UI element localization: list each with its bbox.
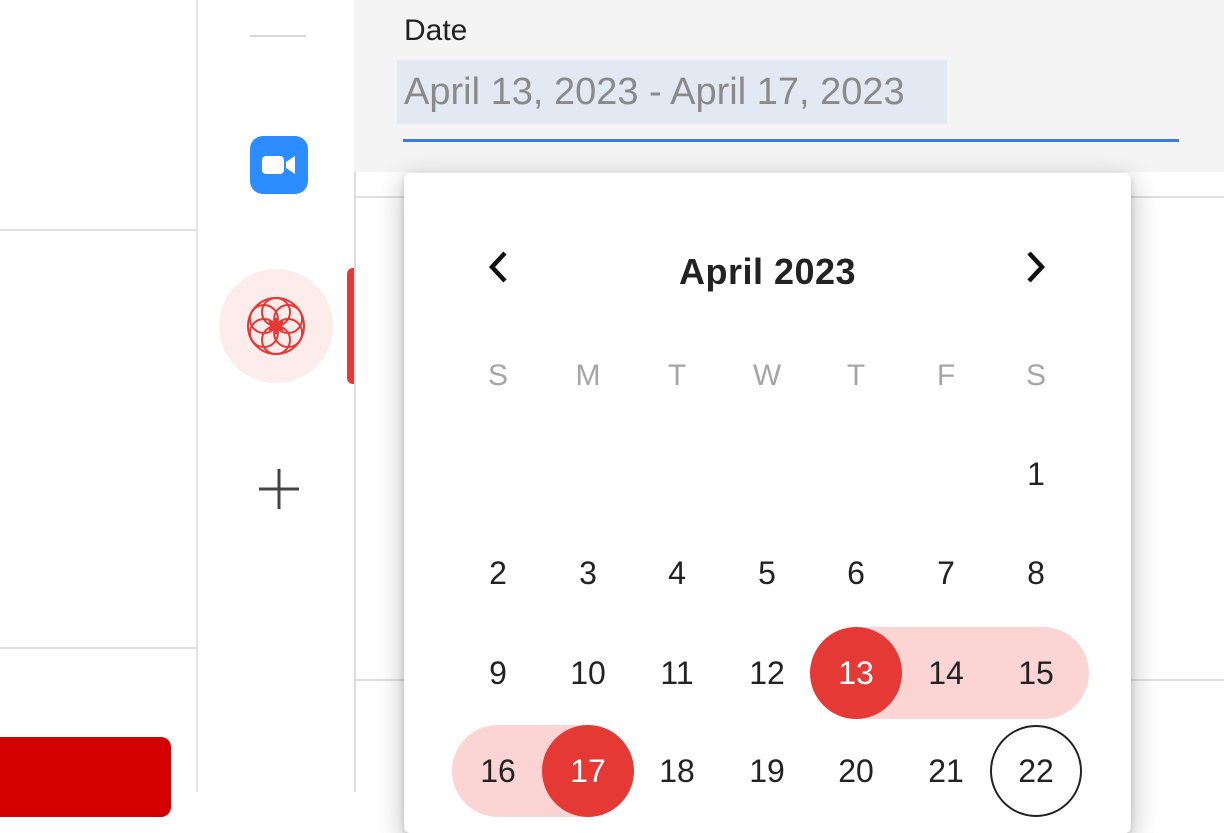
calendar-day[interactable]: 14 [900, 627, 992, 719]
left-panel-divider [0, 229, 196, 231]
weekday-header: S [487, 359, 508, 392]
weekday-header: W [752, 359, 782, 392]
calendar-day[interactable]: 20 [810, 725, 902, 817]
plus-icon[interactable] [256, 466, 302, 512]
weekday-header: T [846, 359, 866, 392]
left-panel [0, 0, 198, 792]
calendar-day[interactable]: 10 [542, 627, 634, 719]
next-month-button[interactable] [1014, 245, 1058, 289]
flower-app-button[interactable] [219, 269, 333, 383]
calendar-day[interactable]: 1 [990, 428, 1082, 520]
calendar-day[interactable]: 15 [990, 627, 1082, 719]
calendar-day[interactable]: 4 [631, 527, 723, 619]
calendar-day[interactable]: 6 [810, 527, 902, 619]
calendar-day[interactable]: 9 [452, 627, 544, 719]
calendar-day[interactable]: 22 [990, 725, 1082, 817]
calendar-day[interactable]: 5 [721, 527, 813, 619]
weekday-header: S [1025, 359, 1046, 392]
primary-action-button[interactable] [0, 737, 171, 817]
calendar-day[interactable]: 16 [452, 725, 544, 817]
calendar-day[interactable]: 18 [631, 725, 723, 817]
weekday-header: T [667, 359, 687, 392]
date-range-input[interactable] [397, 60, 947, 124]
flower-logo-icon [247, 297, 305, 355]
calendar-day[interactable]: 2 [452, 527, 544, 619]
calendar-day[interactable]: 21 [900, 725, 992, 817]
calendar-day[interactable]: 13 [810, 627, 902, 719]
calendar-day[interactable]: 8 [990, 527, 1082, 619]
date-picker-popup: April 2023 S M T W T F S 1 2 3 4 5 6 7 8 9 10 11 12 13 14 15 1… [404, 173, 1131, 833]
left-panel-divider [0, 647, 196, 649]
calendar-day[interactable]: 3 [542, 527, 634, 619]
zoom-video-icon[interactable] [250, 136, 308, 194]
calendar-day[interactable]: 7 [900, 527, 992, 619]
calendar-day[interactable]: 11 [631, 627, 723, 719]
calendar-day[interactable]: 17 [542, 725, 634, 817]
calendar-day[interactable]: 19 [721, 725, 813, 817]
date-label: Date [404, 14, 468, 47]
date-input-underline [403, 139, 1179, 142]
chevron-right-icon [1027, 251, 1046, 283]
rail-divider [250, 35, 306, 37]
weekday-header: F [936, 359, 956, 392]
calendar-day[interactable]: 12 [721, 627, 813, 719]
app-rail [198, 0, 354, 792]
weekday-header: M [575, 359, 601, 392]
